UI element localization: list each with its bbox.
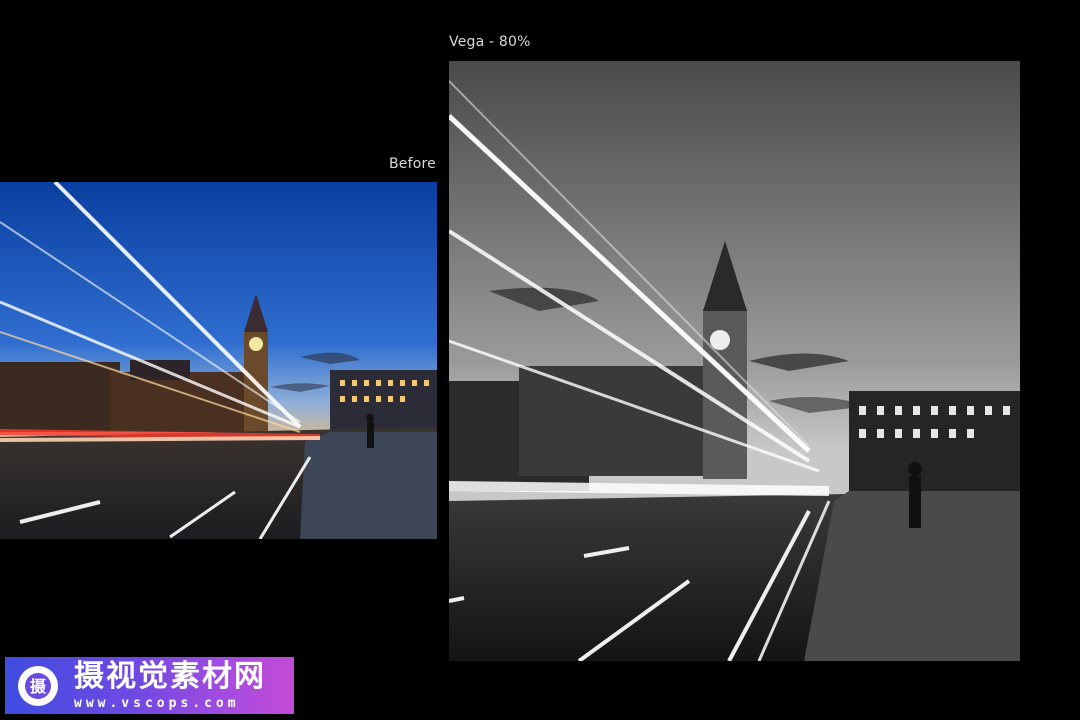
watermark-banner: 摄 摄视觉素材网 www.vscops.com: [5, 657, 294, 714]
after-photo-image: [449, 61, 1020, 661]
before-photo: [0, 182, 437, 539]
svg-text:摄: 摄: [30, 677, 47, 696]
before-label: Before: [389, 156, 436, 172]
watermark-logo-icon: 摄: [18, 665, 58, 706]
after-label: Vega - 80%: [449, 34, 531, 50]
watermark-title: 摄视觉素材网: [74, 658, 266, 694]
before-photo-image: [0, 182, 437, 539]
watermark-url: www.vscops.com: [74, 695, 240, 711]
after-photo: [449, 61, 1020, 661]
